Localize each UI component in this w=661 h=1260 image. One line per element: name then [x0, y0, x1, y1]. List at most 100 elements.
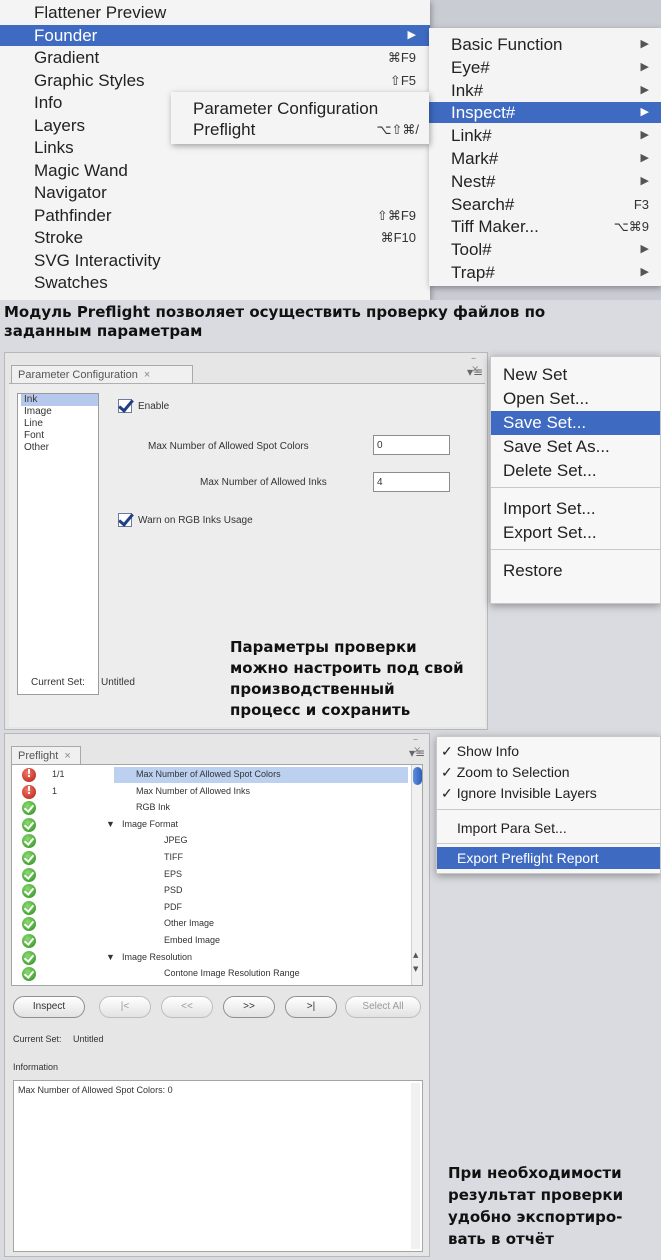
next-button[interactable]: >> [223, 996, 275, 1018]
allowed-inks-field[interactable]: 4 [373, 472, 450, 492]
menu-item-pathfinder[interactable]: Pathfinder ⇧⌘F9 [0, 205, 430, 226]
enable-checkbox[interactable] [118, 399, 132, 413]
close-icon[interactable]: × [64, 750, 70, 762]
scroll-down-icon[interactable]: ▼ [413, 965, 418, 973]
spot-colors-field[interactable]: 0 [373, 435, 450, 455]
set-menu-item-import-set-[interactable]: Import Set... [491, 497, 660, 521]
menu-item-label: Show Info [456, 743, 519, 759]
scroll-up-icon[interactable]: ▲ [413, 951, 418, 959]
table-row[interactable]: JPEG [12, 833, 422, 849]
submenu-item-search-[interactable]: Search# F3 [429, 194, 661, 215]
submenu-item-label: Basic Function [451, 35, 563, 54]
menu-item-flattener-preview[interactable]: Flattener Preview [0, 2, 430, 23]
menu-item-swatches[interactable]: Swatches [0, 272, 430, 293]
preflight-menu-item-ignore-invisible-layers[interactable]: ✓ Ignore Invisible Layers [437, 783, 660, 804]
preflight-menu-item-show-info[interactable]: ✓ Show Info [437, 741, 660, 762]
category-item-font[interactable]: Font [21, 430, 98, 442]
submenu-item-link-[interactable]: Link# ▶ [429, 125, 661, 146]
tab-parameter-configuration[interactable]: Parameter Configuration × [11, 365, 193, 384]
menu-item-stroke[interactable]: Stroke ⌘F10 [0, 227, 430, 248]
info-scrollbar[interactable] [411, 1083, 420, 1249]
submenu-item-nest-[interactable]: Nest# ▶ [429, 171, 661, 192]
set-menu-item-save-set-as-[interactable]: Save Set As... [491, 435, 660, 459]
table-row[interactable]: ▼ Image Resolution [12, 950, 422, 966]
submenu-item-basic-function[interactable]: Basic Function ▶ [429, 34, 661, 55]
preflight-menu-item-import-para-set[interactable]: Import Para Set... [437, 817, 660, 839]
disclosure-triangle-icon[interactable]: ▼ [106, 952, 115, 962]
disclosure-triangle-icon[interactable]: ▼ [106, 819, 115, 829]
current-set-value: Untitled [101, 677, 135, 688]
select-all-button[interactable]: Select All [345, 996, 421, 1018]
submenu-item-tiff-maker-[interactable]: Tiff Maker... ⌥⌘9 [429, 216, 661, 237]
menu-item-label: Links [34, 138, 74, 157]
menu-item-graphic-styles[interactable]: Graphic Styles ⇧F5 [0, 70, 430, 91]
menu-item-label: SVG Interactivity [34, 250, 161, 270]
menu-item-founder[interactable]: Founder ▶ [0, 24, 430, 46]
prev-button[interactable]: << [161, 996, 213, 1018]
information-box: Max Number of Allowed Spot Colors: 0 [13, 1080, 423, 1252]
submenu-item-tool-[interactable]: Tool# ▶ [429, 239, 661, 260]
information-label: Information [13, 1062, 59, 1072]
preflight-menu-item-export-preflight-report[interactable]: Export Preflight Report [437, 847, 660, 869]
submenu-item-inspect-[interactable]: Inspect# ▶ [429, 102, 661, 124]
last-button[interactable]: >| [285, 996, 337, 1018]
warn-rgb-checkbox[interactable] [118, 513, 132, 527]
menu-item-label: Graphic Styles [34, 70, 145, 90]
set-menu-item-restore[interactable]: Restore [491, 559, 660, 583]
scroll-thumb[interactable] [413, 767, 422, 785]
row-label: Image Resolution [122, 951, 193, 962]
results-scrollbar[interactable]: ▲ ▼ [411, 765, 422, 985]
close-icon[interactable]: × [144, 369, 150, 381]
first-button[interactable]: |< [99, 996, 151, 1018]
section-menus: Flattener Preview Founder ▶ Gradient ⌘F9 Grap… [0, 0, 661, 300]
table-row[interactable]: PDF [12, 900, 422, 916]
menu-item-gradient[interactable]: Gradient ⌘F9 [0, 47, 430, 68]
ok-icon [22, 934, 36, 948]
category-item-ink[interactable]: Ink [21, 394, 98, 406]
menu-item-svg-interactivity[interactable]: SVG Interactivity [0, 250, 430, 271]
tab-label: Parameter Configuration [18, 369, 138, 381]
table-row[interactable]: TIFF [12, 850, 422, 866]
menu-item-magic-wand[interactable]: Magic Wand [0, 160, 430, 181]
table-row[interactable]: 1 Max Number of Allowed Inks [12, 784, 422, 800]
submenu-item-trap-[interactable]: Trap# ▶ [429, 262, 661, 283]
menu-item-navigator[interactable]: Navigator [0, 182, 430, 203]
table-row[interactable]: Contone Image Resolution Range [12, 966, 422, 982]
category-item-other[interactable]: Other [21, 442, 98, 454]
set-menu-item-save-set-[interactable]: Save Set... [491, 411, 660, 435]
submenu-item-label: Parameter Configuration [193, 99, 379, 118]
shortcut-label: F3 [633, 196, 649, 212]
collapse-icon[interactable]: – × [471, 353, 487, 375]
tab-preflight[interactable]: Preflight × [11, 746, 81, 765]
table-row[interactable]: Other Image [12, 916, 422, 932]
inspect-button[interactable]: Inspect [13, 996, 85, 1018]
table-row[interactable]: RGB Ink [12, 800, 422, 816]
submenu-item-preflight[interactable]: Preflight ⌥⇧⌘/ [171, 119, 429, 140]
menu-item-inner: Stroke ⌘F10 [34, 227, 430, 248]
table-row[interactable]: ▼ Image Format [12, 817, 422, 833]
set-menu-item-export-set-[interactable]: Export Set... [491, 521, 660, 545]
caption-parameters: Параметры проверки можно настроить под с… [230, 638, 464, 719]
submenu-item-parameter-configuration[interactable]: Parameter Configuration [171, 98, 429, 119]
submenu-item-mark-[interactable]: Mark# ▶ [429, 148, 661, 169]
table-row[interactable]: 1/1 Max Number of Allowed Spot Colors [12, 767, 422, 783]
category-list: Ink Image Line Font Other [17, 393, 99, 695]
menu-item-inner: Pathfinder ⇧⌘F9 [34, 205, 430, 226]
category-item-image[interactable]: Image [21, 406, 98, 418]
current-set-value: Untitled [73, 1034, 104, 1044]
set-menu-item-delete-set-[interactable]: Delete Set... [491, 459, 660, 483]
menu-item-label: Flattener Preview [34, 3, 167, 22]
collapse-icon[interactable]: – × [413, 734, 429, 756]
ok-icon [22, 851, 36, 865]
submenu-item-ink-[interactable]: Ink# ▶ [429, 80, 661, 101]
set-menu-item-open-set-[interactable]: Open Set... [491, 387, 660, 411]
set-menu-item-new-set[interactable]: New Set [491, 363, 660, 387]
row-label: Image Format [122, 818, 179, 829]
table-row[interactable]: PSD [12, 883, 422, 899]
submenu-item-eye-[interactable]: Eye# ▶ [429, 57, 661, 78]
submenu-item-inner: Nest# ▶ [451, 171, 649, 192]
table-row[interactable]: EPS [12, 867, 422, 883]
table-row[interactable]: Embed Image [12, 933, 422, 949]
preflight-menu-item-zoom-to-selection[interactable]: ✓ Zoom to Selection [437, 762, 660, 783]
category-item-line[interactable]: Line [21, 418, 98, 430]
